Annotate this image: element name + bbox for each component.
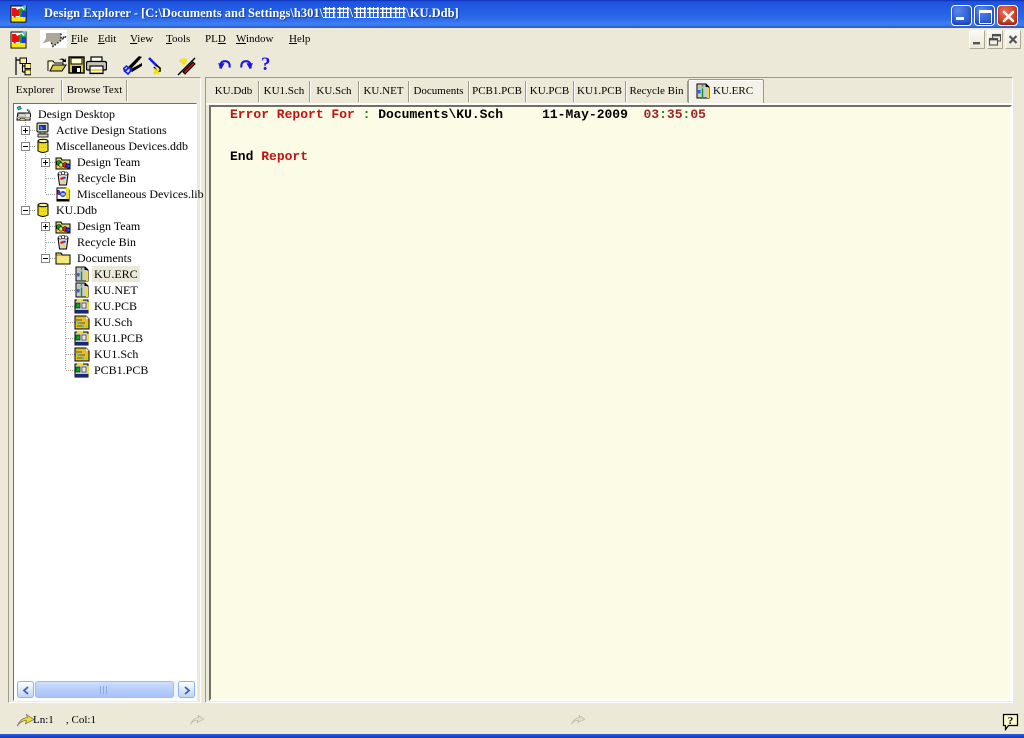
svg-text:?: ? [1008, 715, 1014, 727]
